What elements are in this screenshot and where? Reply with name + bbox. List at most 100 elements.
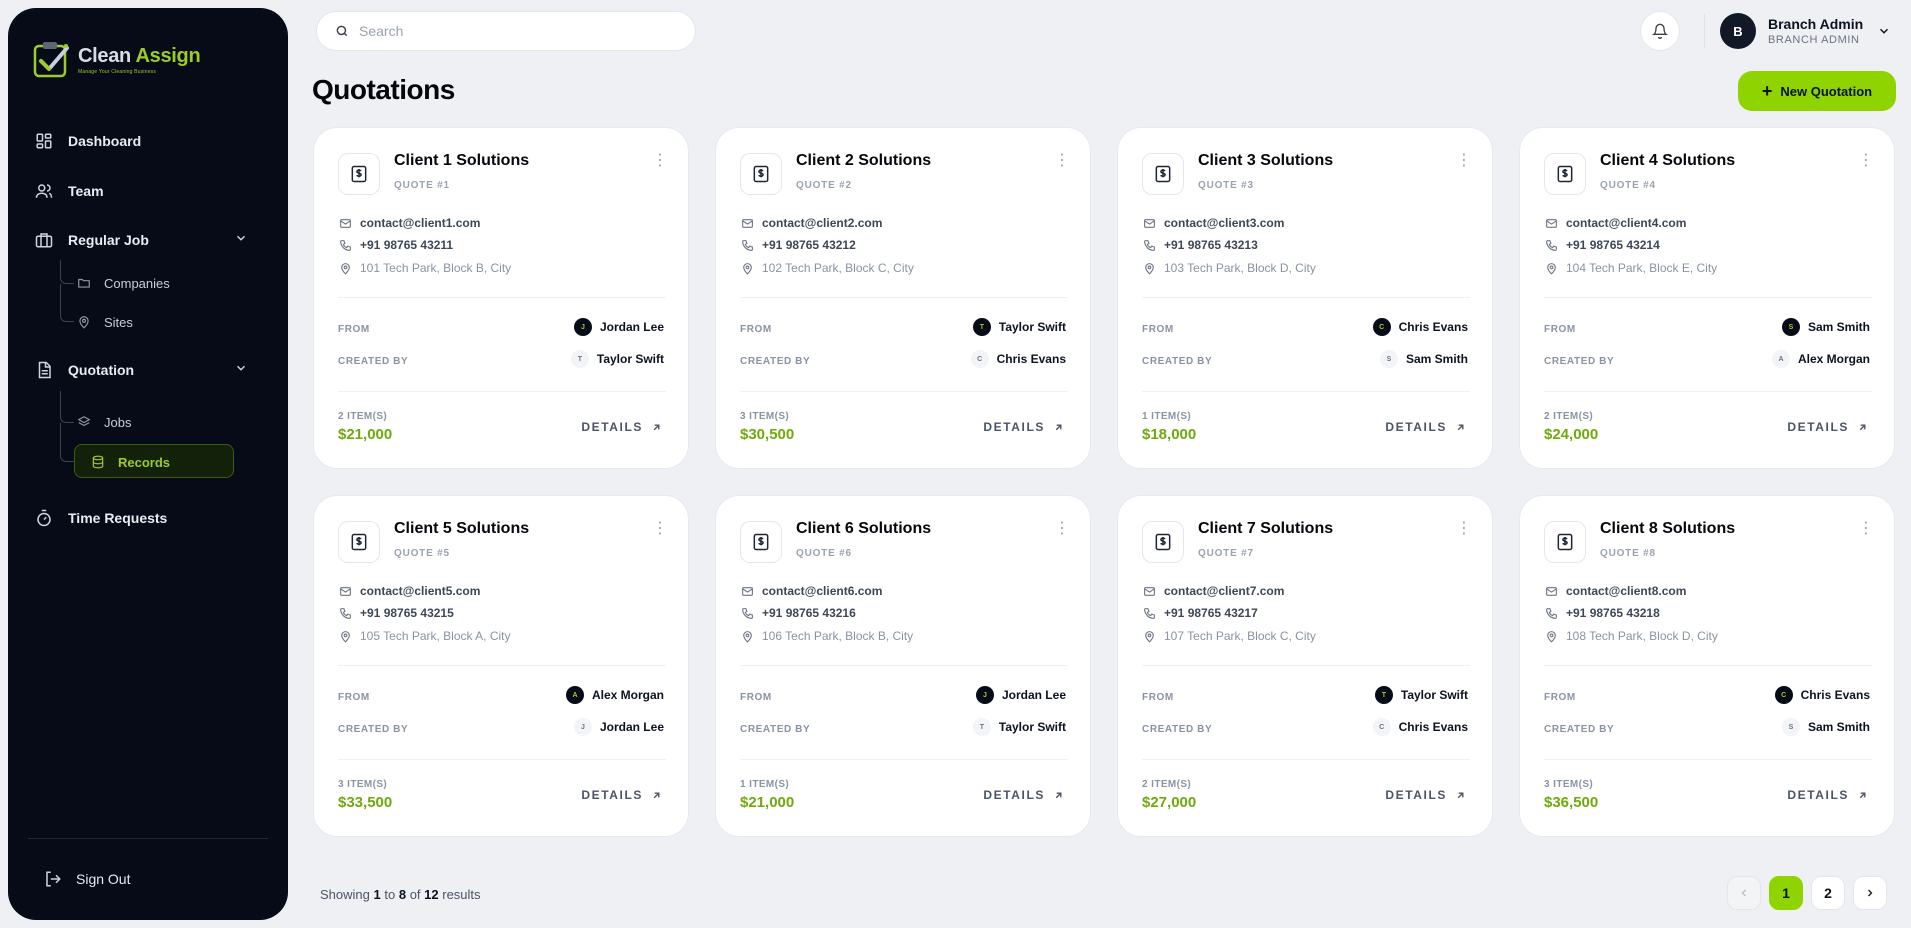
sidebar-item-time-requests[interactable]: Time Requests	[34, 503, 167, 533]
quotation-card[interactable]: Client 6 Solutions QUOTE #6 ⋮ contact@cl…	[715, 495, 1091, 837]
chevron-down-icon[interactable]	[234, 231, 248, 250]
sidebar-item-regular-job[interactable]: Regular Job	[34, 225, 246, 255]
sidebar-subitem-sites[interactable]: Sites	[76, 308, 133, 336]
details-link[interactable]: DETAILS	[983, 420, 1064, 434]
mail-icon	[1544, 216, 1558, 230]
new-quotation-label: New Quotation	[1780, 83, 1873, 99]
from-person: T Taylor Swift	[972, 318, 1066, 336]
details-label: DETAILS	[1385, 788, 1447, 802]
details-link[interactable]: DETAILS	[1787, 788, 1868, 802]
quotation-card[interactable]: Client 1 Solutions QUOTE #1 ⋮ contact@cl…	[313, 127, 689, 469]
from-person: S Sam Smith	[1781, 318, 1870, 336]
new-quotation-button[interactable]: + New Quotation	[1738, 71, 1896, 111]
prev-page-button[interactable]	[1727, 876, 1761, 910]
created-by-label: CREATED BY	[740, 356, 811, 367]
created-by-name: Sam Smith	[1405, 352, 1468, 366]
quotation-card[interactable]: Client 3 Solutions QUOTE #3 ⋮ contact@cl…	[1117, 127, 1493, 469]
arrow-up-right-icon	[1053, 422, 1064, 433]
created-by-name: Taylor Swift	[596, 352, 664, 366]
sidebar-subitem-companies[interactable]: Companies	[76, 269, 170, 297]
from-name: Chris Evans	[1398, 320, 1468, 334]
created-by-person: J Jordan Lee	[573, 718, 664, 736]
email-text: contact@client8.com	[1566, 584, 1687, 598]
details-link[interactable]: DETAILS	[983, 788, 1064, 802]
user-menu[interactable]: B Branch Admin BRANCH ADMIN	[1720, 13, 1891, 49]
arrow-up-right-icon	[1857, 790, 1868, 801]
created-by-label: CREATED BY	[1142, 724, 1213, 735]
sidebar-subitem-jobs[interactable]: Jobs	[76, 408, 131, 436]
arrow-up-right-icon	[1857, 422, 1868, 433]
quote-price: $36,500	[1544, 794, 1599, 811]
sidebar-item-dashboard[interactable]: Dashboard	[34, 126, 141, 156]
more-vertical-icon[interactable]: ⋮	[1858, 153, 1874, 169]
dollar-document-icon	[338, 521, 380, 563]
notifications-button[interactable]	[1640, 11, 1680, 51]
page-1-button[interactable]: 1	[1769, 876, 1803, 910]
sidebar-item-team[interactable]: Team	[34, 176, 104, 206]
contact-address: 103 Tech Park, Block D, City	[1142, 261, 1316, 275]
arrow-up-right-icon	[651, 422, 662, 433]
app-logo[interactable]: Clean Assign Manage Your Cleaning Busine…	[30, 38, 201, 82]
more-vertical-icon[interactable]: ⋮	[1054, 153, 1070, 169]
card-title: Client 7 Solutions	[1198, 520, 1334, 537]
from-label: FROM	[338, 692, 370, 703]
more-vertical-icon[interactable]: ⋮	[652, 521, 668, 537]
avatar: C	[1774, 686, 1793, 704]
mail-icon	[338, 584, 352, 598]
dollar-document-icon	[1142, 153, 1184, 195]
quotation-card[interactable]: Client 5 Solutions QUOTE #5 ⋮ contact@cl…	[313, 495, 689, 837]
quotation-card[interactable]: Client 7 Solutions QUOTE #7 ⋮ contact@cl…	[1117, 495, 1493, 837]
more-vertical-icon[interactable]: ⋮	[652, 153, 668, 169]
search-icon	[335, 24, 349, 38]
map-pin-icon	[76, 314, 92, 330]
details-link[interactable]: DETAILS	[1385, 788, 1466, 802]
more-vertical-icon[interactable]: ⋮	[1858, 521, 1874, 537]
details-link[interactable]: DETAILS	[1787, 420, 1868, 434]
quote-price: $33,500	[338, 794, 393, 811]
card-divider	[1544, 297, 1872, 298]
search-input[interactable]	[359, 23, 679, 39]
sidebar-item-quotation[interactable]: Quotation	[34, 355, 246, 385]
map-pin-icon	[1544, 261, 1558, 275]
chevron-down-icon[interactable]	[1877, 24, 1891, 38]
next-page-button[interactable]	[1853, 876, 1887, 910]
item-count: 2 ITEM(S)	[338, 411, 388, 422]
map-pin-icon	[338, 629, 352, 643]
details-link[interactable]: DETAILS	[581, 420, 662, 434]
dashboard-icon	[34, 131, 54, 151]
contact-address: 107 Tech Park, Block C, City	[1142, 629, 1316, 643]
from-name: Chris Evans	[1800, 688, 1870, 702]
quotation-card[interactable]: Client 8 Solutions QUOTE #8 ⋮ contact@cl…	[1519, 495, 1895, 837]
sidebar-item-label: Team	[68, 183, 104, 199]
details-link[interactable]: DETAILS	[581, 788, 662, 802]
more-vertical-icon[interactable]: ⋮	[1456, 521, 1472, 537]
timer-icon	[34, 508, 54, 528]
chevron-down-icon[interactable]	[234, 361, 248, 380]
more-vertical-icon[interactable]: ⋮	[1456, 153, 1472, 169]
card-title: Client 5 Solutions	[394, 520, 530, 537]
sidebar-subitem-records[interactable]: Records	[90, 448, 170, 476]
from-person: J Jordan Lee	[975, 686, 1066, 704]
from-person: A Alex Morgan	[565, 686, 664, 704]
from-person: C Chris Evans	[1372, 318, 1468, 336]
page-2-button[interactable]: 2	[1811, 876, 1845, 910]
arrow-up-right-icon	[1455, 790, 1466, 801]
quote-number: QUOTE #4	[1600, 180, 1656, 191]
address-text: 103 Tech Park, Block D, City	[1164, 261, 1316, 275]
card-divider	[740, 665, 1068, 666]
quote-price: $27,000	[1142, 794, 1197, 811]
contact-address: 102 Tech Park, Block C, City	[740, 261, 914, 275]
card-divider	[1142, 297, 1470, 298]
sign-out-button[interactable]: Sign Out	[44, 870, 130, 888]
details-link[interactable]: DETAILS	[1385, 420, 1466, 434]
range-to: 8	[398, 887, 407, 902]
sidebar: Clean Assign Manage Your Cleaning Busine…	[8, 8, 288, 920]
avatar: C	[1372, 718, 1391, 736]
bell-icon	[1652, 23, 1668, 39]
more-vertical-icon[interactable]: ⋮	[1054, 521, 1070, 537]
of-word: of	[409, 887, 421, 902]
quotation-card[interactable]: Client 2 Solutions QUOTE #2 ⋮ contact@cl…	[715, 127, 1091, 469]
page-title: Quotations	[312, 74, 455, 105]
phone-text: +91 98765 43211	[360, 238, 454, 252]
quotation-card[interactable]: Client 4 Solutions QUOTE #4 ⋮ contact@cl…	[1519, 127, 1895, 469]
